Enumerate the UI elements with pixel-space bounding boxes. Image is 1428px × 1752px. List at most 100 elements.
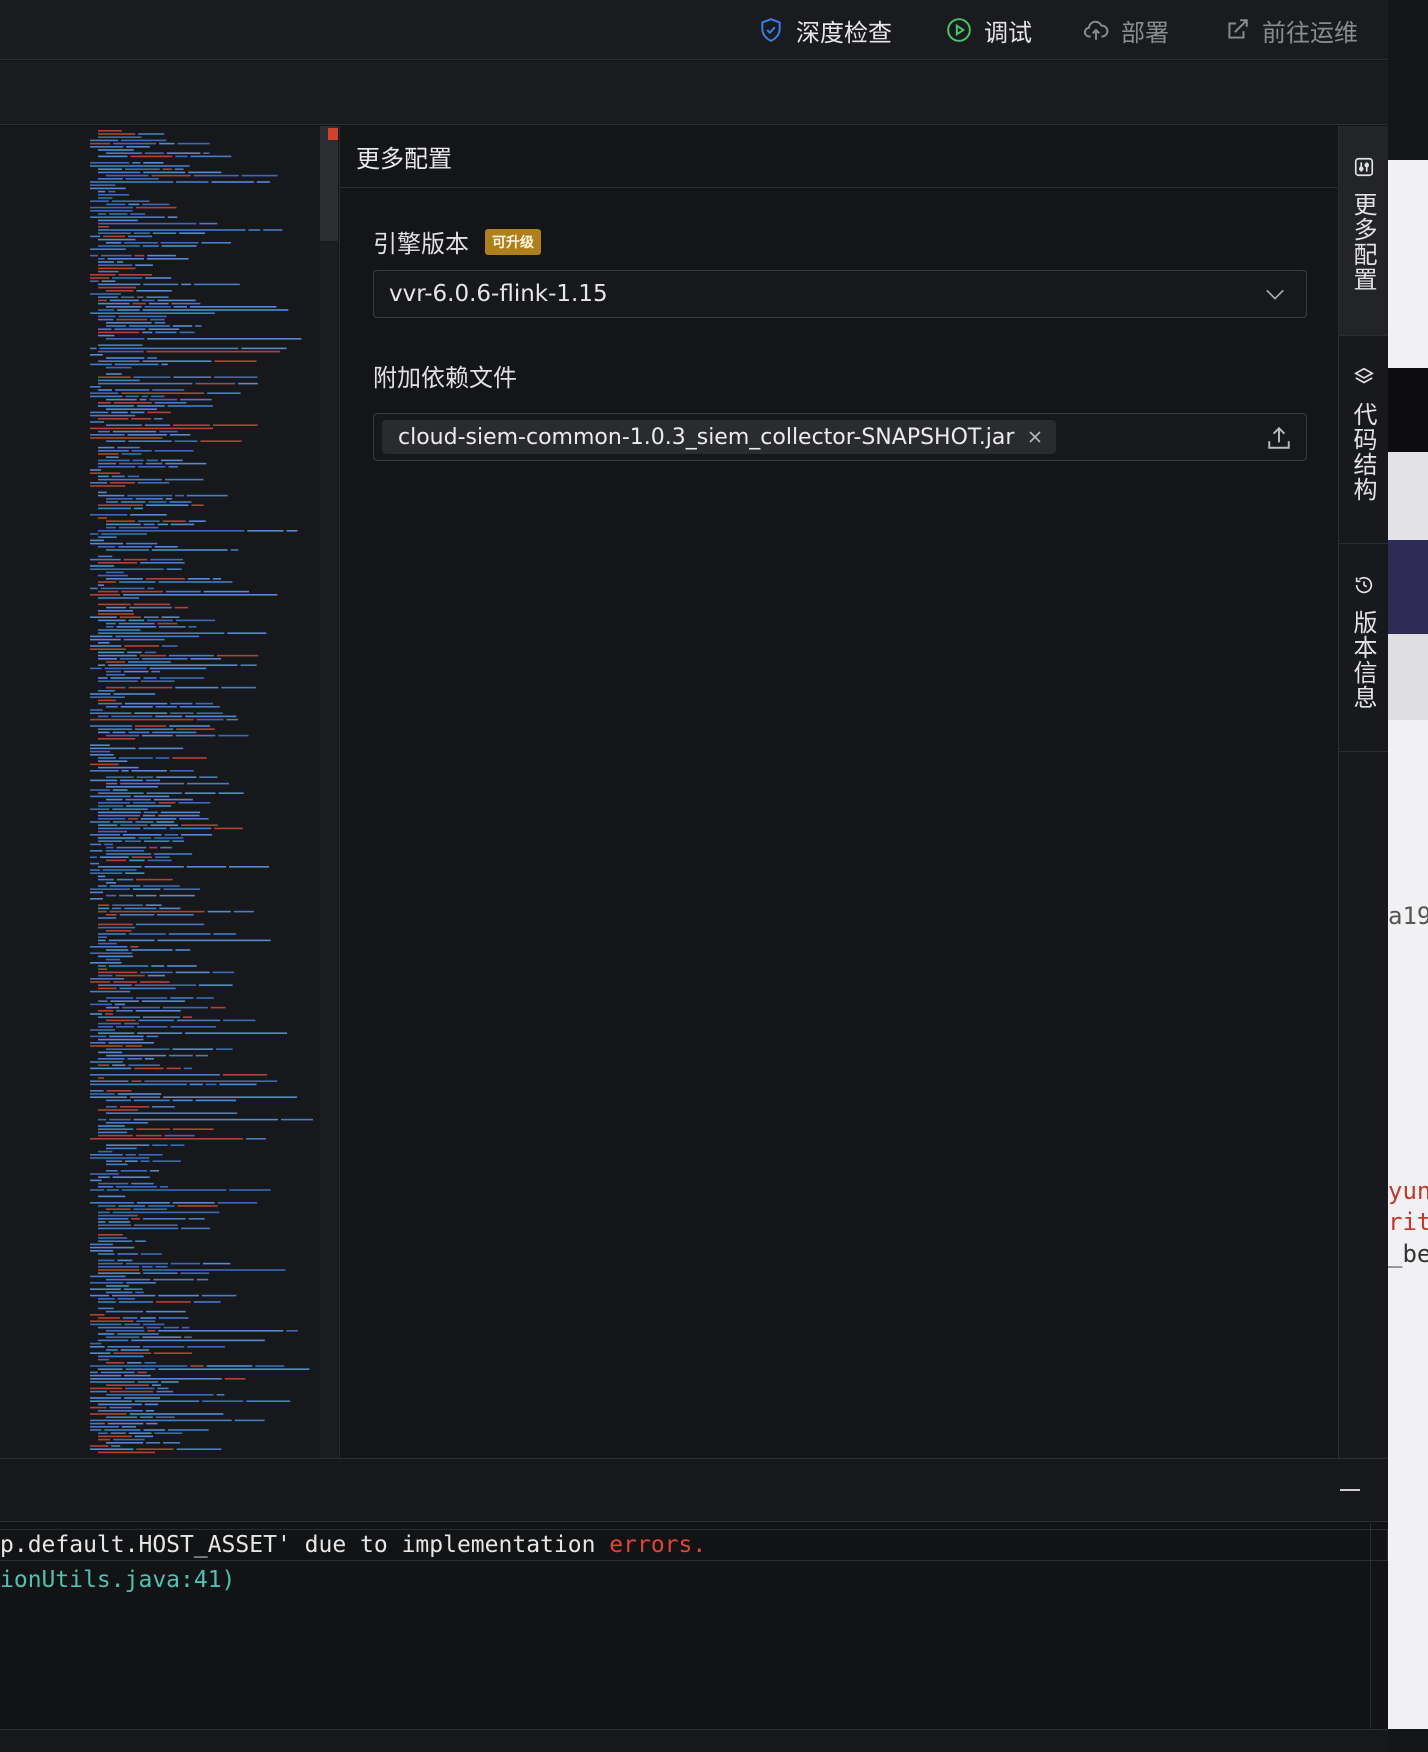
- minimap-line: [90, 1157, 150, 1159]
- minimap-line: [98, 629, 141, 631]
- minimap-line: [90, 667, 102, 670]
- minimap-line: [185, 1032, 288, 1034]
- minimap-line: [90, 1096, 127, 1098]
- dependency-upload-field[interactable]: cloud-siem-common-1.0.3_siem_collector-S…: [373, 413, 1307, 461]
- minimap-line: [195, 1099, 236, 1102]
- minimap-line: [98, 1150, 113, 1153]
- minimap-line: [90, 1042, 106, 1044]
- minimap-line: [90, 1003, 112, 1006]
- engine-version-select[interactable]: vvr-6.0.6-flink-1.15: [373, 270, 1307, 318]
- tab-version-info[interactable]: 版本信息: [1339, 544, 1388, 752]
- minimap-line: [90, 808, 110, 810]
- minimap-line: [98, 1176, 110, 1178]
- minimap-line: [134, 712, 168, 714]
- minimap-line: [90, 1390, 107, 1393]
- minimap-line: [98, 229, 246, 231]
- go-ops-button[interactable]: 前往运维: [1224, 12, 1358, 48]
- background-text: a19: [1388, 902, 1428, 930]
- minimap-line: [111, 1445, 121, 1447]
- minimap-line: [90, 184, 116, 186]
- minimap-line: [188, 171, 222, 174]
- deep-check-label: 深度检查: [796, 18, 892, 47]
- minimap-line: [90, 1378, 222, 1380]
- code-editor[interactable]: [0, 126, 338, 1458]
- minimap-line: [155, 856, 170, 858]
- minimap-line: [90, 891, 104, 894]
- console-output[interactable]: p.default.HOST_ASSET' due to implementat…: [0, 1523, 1388, 1729]
- minimap-line: [115, 635, 200, 638]
- minimize-icon[interactable]: [1340, 1489, 1360, 1491]
- minimap-line: [143, 1429, 166, 1431]
- minimap-line: [90, 952, 133, 954]
- minimap-line: [182, 1016, 193, 1018]
- minimap-line: [98, 213, 107, 215]
- minimap-line: [98, 1125, 125, 1127]
- minimap-line: [98, 1227, 179, 1230]
- minimap-line: [124, 702, 168, 705]
- minimap-line: [137, 520, 160, 522]
- minimap-line: [98, 222, 197, 225]
- minimap-line: [90, 693, 111, 695]
- minimap-line: [113, 402, 152, 404]
- minimap-line: [143, 827, 167, 830]
- minimap-line: [170, 702, 193, 705]
- minimap-line: [156, 1390, 174, 1393]
- minimap-line: [90, 1406, 107, 1409]
- minimap-line: [90, 821, 110, 823]
- minimap-line: [98, 344, 143, 346]
- minimap-line: [105, 1013, 113, 1015]
- minimap-line: [98, 731, 110, 734]
- minimap-line: [90, 843, 102, 846]
- status-bar: [0, 1729, 1388, 1752]
- minimap-line: [109, 299, 139, 302]
- minimap-line: [136, 1202, 170, 1204]
- minimap-line: [202, 1400, 244, 1402]
- deep-check-button[interactable]: 深度检查: [758, 12, 892, 48]
- minimap-line: [118, 526, 159, 529]
- minimap-line: [144, 1403, 159, 1406]
- minimap-line: [90, 1422, 105, 1425]
- debug-button[interactable]: 调试: [946, 12, 1032, 48]
- minimap-line: [154, 1352, 192, 1354]
- minimap-line: [116, 846, 147, 849]
- minimap-line: [98, 1307, 114, 1310]
- editor-scrollbar-track[interactable]: [320, 126, 338, 1458]
- minimap-line: [140, 971, 173, 974]
- code-minimap[interactable]: [86, 126, 320, 1458]
- minimap-line: [90, 142, 111, 145]
- tab-more-config[interactable]: 更多配置: [1339, 126, 1388, 336]
- minimap-line: [125, 1387, 155, 1390]
- minimap-line: [106, 338, 145, 340]
- editor-scrollbar-thumb[interactable]: [320, 126, 338, 241]
- minimap-line: [98, 232, 131, 234]
- minimap-line: [106, 1442, 144, 1444]
- close-icon[interactable]: [1028, 430, 1042, 444]
- minimap-line: [196, 997, 214, 999]
- minimap-line: [98, 1128, 134, 1130]
- minimap-line: [160, 459, 183, 462]
- minimap-line: [106, 242, 122, 244]
- minimap-line: [98, 715, 109, 718]
- tab-code-structure[interactable]: 代码结构: [1339, 336, 1388, 544]
- minimap-line: [90, 1314, 105, 1316]
- minimap-line: [110, 482, 135, 484]
- minimap-line: [131, 1339, 265, 1342]
- minimap-line: [177, 142, 210, 145]
- deploy-button[interactable]: 部署: [1083, 12, 1169, 48]
- minimap-line: [98, 728, 133, 730]
- minimap-line: [90, 750, 111, 753]
- minimap-line: [136, 1448, 174, 1450]
- minimap-line: [224, 1378, 246, 1380]
- minimap-line: [148, 302, 169, 305]
- minimap-line: [136, 1320, 156, 1322]
- upgrade-badge[interactable]: 可升级: [485, 228, 541, 255]
- error-marker: [328, 128, 338, 140]
- top-toolbar: 深度检查 调试 部署 前往运维: [0, 0, 1388, 60]
- minimap-line: [90, 1179, 102, 1182]
- upload-icon[interactable]: [1266, 425, 1292, 451]
- minimap-line: [152, 389, 185, 391]
- minimap-line: [159, 142, 175, 145]
- minimap-line: [168, 1429, 209, 1431]
- minimap-line: [98, 1403, 142, 1406]
- minimap-line: [154, 418, 163, 420]
